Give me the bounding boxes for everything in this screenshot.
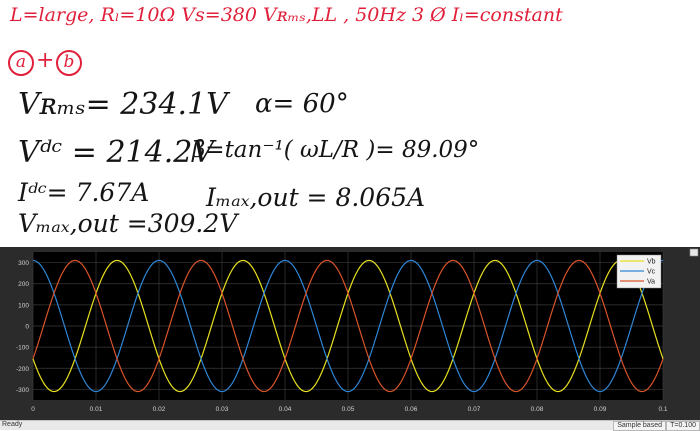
x-tick-label: 0.04 <box>279 406 292 413</box>
legend: Vb Vc Va <box>616 254 662 289</box>
status-bar: Ready Sample based T=0.100 <box>0 420 700 431</box>
expand-button[interactable] <box>689 248 699 257</box>
vmax-value: Vₘₐₓ,out =309.2V <box>18 209 238 238</box>
imax-value: Iₘₐₓ,out = 8.065A <box>206 183 426 212</box>
vrms-value: Vʀₘₛ= 234.1V <box>18 87 228 122</box>
y-tick-label: 0 <box>25 324 29 331</box>
x-tick-label: 0.05 <box>342 406 355 413</box>
x-tick-label: 0.09 <box>594 406 607 413</box>
legend-label: Va <box>647 279 655 286</box>
header-line: L=large, Rₗ=10Ω Vs=380 Vʀₘₛ,LL , 50Hz 3 … <box>10 4 563 26</box>
vdc-value: Vᵈᶜ = 214.2V <box>18 135 214 170</box>
y-tick-label: 100 <box>18 302 29 309</box>
y-tick-label: -100 <box>16 345 29 352</box>
x-tick-label: 0.01 <box>90 406 103 413</box>
y-tick-label: -300 <box>16 387 29 394</box>
x-tick-label: 0.06 <box>405 406 418 413</box>
scope-plot: 0 0.01 0.02 0.03 0.04 0.05 0.06 0.07 0.08 0.09 0.1… <box>0 247 700 420</box>
legend-label: Vc <box>647 269 656 276</box>
y-tick-label: 300 <box>18 260 29 267</box>
plus-sign: + <box>36 48 55 73</box>
beta-value: β=tan⁻¹( ωL/R )= 89.09° <box>192 137 480 163</box>
x-tick-label: 0.02 <box>153 406 166 413</box>
legend-label: Vb <box>647 259 656 266</box>
part-b-label: b <box>56 50 82 76</box>
x-tick-label: 0.08 <box>531 406 544 413</box>
y-tick-label: 200 <box>18 281 29 288</box>
part-a-label: a <box>8 50 34 76</box>
scope-svg: 0 0.01 0.02 0.03 0.04 0.05 0.06 0.07 0.08 0.09 0.1… <box>16 248 699 413</box>
x-tick-label: 0.07 <box>468 406 481 413</box>
x-tick-label: 0.03 <box>216 406 229 413</box>
idc-value: Iᵈᶜ= 7.67A <box>18 178 150 207</box>
status-ready: Ready <box>2 421 23 428</box>
x-tick-label: 0 <box>31 406 35 413</box>
y-tick-label: -200 <box>16 366 29 373</box>
x-tick-label: 0.1 <box>658 406 667 413</box>
alpha-value: α= 60° <box>255 89 349 119</box>
